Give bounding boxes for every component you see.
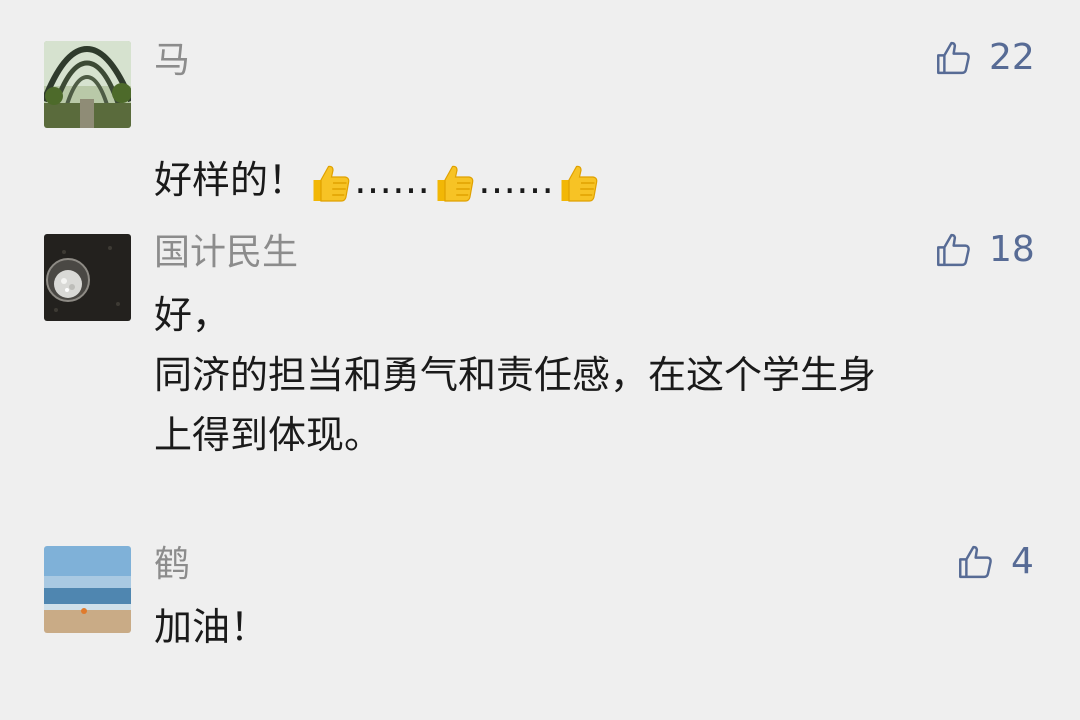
thumbs-up-outline-icon bbox=[937, 41, 970, 75]
like-count: 18 bbox=[989, 229, 1035, 270]
comment-text-part: …… bbox=[478, 158, 555, 202]
thumbs-up-emoji-icon bbox=[313, 165, 350, 202]
like-count: 22 bbox=[989, 37, 1035, 78]
like-button[interactable]: 18 bbox=[933, 229, 1035, 271]
thumbs-up-outline-icon bbox=[959, 545, 992, 579]
commenter-name[interactable]: 马 bbox=[154, 41, 190, 81]
thumbs-up-outline-icon bbox=[937, 233, 970, 267]
comment-text: 加油！ bbox=[154, 605, 269, 649]
avatar-image bbox=[44, 41, 131, 128]
avatar-image bbox=[44, 234, 131, 321]
comment-item: 马 22 好样的！ …… …… bbox=[0, 0, 1080, 202]
comment-text-part: …… bbox=[354, 158, 431, 202]
like-button[interactable]: 4 bbox=[955, 541, 1034, 583]
avatar[interactable] bbox=[44, 41, 131, 128]
comment-text: 好样的！ …… …… bbox=[154, 90, 1014, 210]
like-count: 4 bbox=[1011, 541, 1034, 582]
comment-text: 好， 同济的担当和勇气和责任感，在这个学生身 上得到体现。 bbox=[154, 293, 877, 457]
avatar[interactable] bbox=[44, 546, 131, 633]
like-button[interactable]: 22 bbox=[933, 37, 1035, 79]
comment-text-part: 好样的！ bbox=[154, 158, 307, 202]
commenter-name[interactable]: 鹤 bbox=[154, 545, 190, 585]
commenter-name[interactable]: 国计民生 bbox=[154, 233, 298, 273]
avatar[interactable] bbox=[44, 234, 131, 321]
thumbs-up-emoji-icon bbox=[437, 165, 474, 202]
thumbs-up-emoji-icon bbox=[561, 165, 598, 202]
avatar-image bbox=[44, 546, 131, 633]
